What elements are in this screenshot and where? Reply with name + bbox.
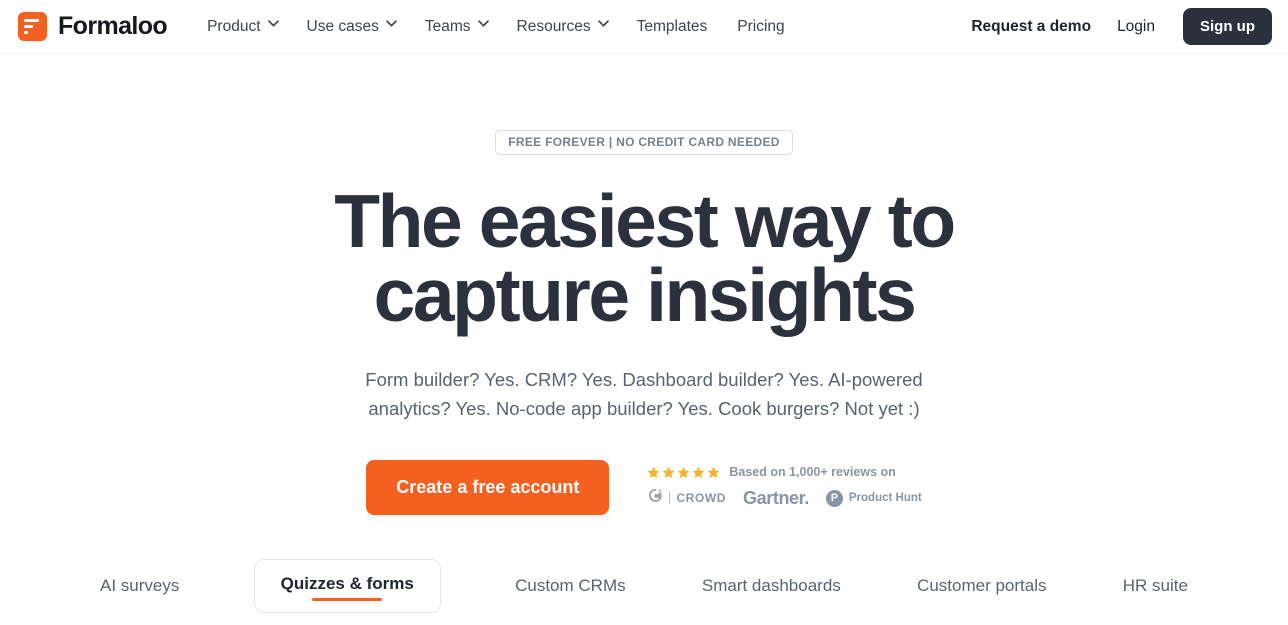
- g2-icon: 2: [647, 487, 664, 509]
- tab-ai-surveys[interactable]: AI surveys: [98, 570, 181, 602]
- g2-crowd-logo[interactable]: 2 CROWD: [647, 487, 726, 509]
- site-header: Formaloo Product Use cases Teams Resourc…: [0, 0, 1288, 54]
- subheadline-line-1: Form builder? Yes. CRM? Yes. Dashboard b…: [365, 369, 923, 390]
- chevron-down-icon: [386, 20, 397, 29]
- review-rating-row: Based on 1,000+ reviews on: [647, 465, 921, 479]
- headline-line-2: capture insights: [373, 252, 917, 337]
- login-link[interactable]: Login: [1117, 18, 1155, 36]
- star-icon: [707, 466, 720, 479]
- brand-name: Formaloo: [58, 12, 168, 40]
- star-icon: [647, 466, 660, 479]
- tab-hr-suite[interactable]: HR suite: [1121, 570, 1190, 602]
- tab-label: Quizzes & forms: [280, 573, 414, 593]
- product-hunt-text: Product Hunt: [848, 492, 922, 505]
- g2-crowd-text: CROWD: [669, 492, 726, 505]
- headline-line-1: The easiest way to: [334, 179, 956, 263]
- review-platform-logos: 2 CROWD Gartner. P Product Hunt: [647, 487, 922, 509]
- nav-item-product[interactable]: Product: [207, 17, 279, 36]
- hero-section: FREE FOREVER | NO CREDIT CARD NEEDED The…: [0, 54, 1288, 613]
- nav-item-templates[interactable]: Templates: [637, 18, 708, 36]
- star-icon: [692, 466, 705, 479]
- nav-item-use-cases[interactable]: Use cases: [306, 17, 397, 36]
- request-demo-link[interactable]: Request a demo: [971, 18, 1091, 36]
- nav-item-resources[interactable]: Resources: [516, 17, 609, 36]
- page-title: The easiest way to capture insights: [0, 184, 1288, 333]
- nav-label: Resources: [516, 17, 591, 35]
- cta-row: Create a free account Based on 1,000+ re…: [0, 459, 1288, 515]
- nav-item-pricing[interactable]: Pricing: [737, 18, 784, 36]
- nav-label: Use cases: [306, 17, 379, 35]
- subheadline-line-2: analytics? Yes. No-code app builder? Yes…: [368, 397, 920, 419]
- tab-smart-dashboards[interactable]: Smart dashboards: [700, 570, 843, 602]
- nav-label: Pricing: [737, 17, 785, 35]
- create-free-account-button[interactable]: Create a free account: [366, 459, 610, 515]
- tab-custom-crms[interactable]: Custom CRMs: [513, 570, 628, 602]
- nav-label: Teams: [424, 17, 471, 35]
- chevron-down-icon: [597, 20, 609, 29]
- brand-logo[interactable]: Formaloo: [18, 12, 168, 41]
- product-hunt-icon: P: [825, 489, 843, 507]
- reviews-block: Based on 1,000+ reviews on 2 CROWD Gartn…: [647, 465, 922, 509]
- active-tab-underline: [312, 597, 383, 601]
- star-icon: [662, 466, 675, 479]
- star-rating: [647, 466, 720, 479]
- formaloo-logo-icon: [18, 12, 47, 41]
- tab-customer-portals[interactable]: Customer portals: [915, 570, 1048, 602]
- signup-button[interactable]: Sign up: [1183, 8, 1272, 45]
- star-icon: [677, 466, 690, 479]
- svg-text:2: 2: [659, 489, 663, 496]
- review-count-text: Based on 1,000+ reviews on: [729, 465, 896, 480]
- gartner-logo[interactable]: Gartner.: [743, 488, 809, 509]
- hero-subheadline: Form builder? Yes. CRM? Yes. Dashboard b…: [334, 366, 954, 424]
- main-navigation: Product Use cases Teams Resources Templa…: [207, 18, 785, 36]
- chevron-down-icon: [267, 20, 279, 29]
- feature-tabs: AI surveys Quizzes & forms Custom CRMs S…: [0, 558, 1288, 613]
- free-forever-badge: FREE FOREVER | NO CREDIT CARD NEEDED: [495, 130, 793, 155]
- nav-label: Product: [207, 17, 261, 35]
- header-actions: Request a demo Login Sign up: [971, 8, 1272, 45]
- tab-quizzes-and-forms[interactable]: Quizzes & forms: [253, 558, 441, 613]
- nav-label: Templates: [636, 17, 708, 35]
- product-hunt-logo[interactable]: P Product Hunt: [825, 489, 922, 507]
- nav-item-teams[interactable]: Teams: [424, 17, 489, 36]
- chevron-down-icon: [477, 20, 489, 29]
